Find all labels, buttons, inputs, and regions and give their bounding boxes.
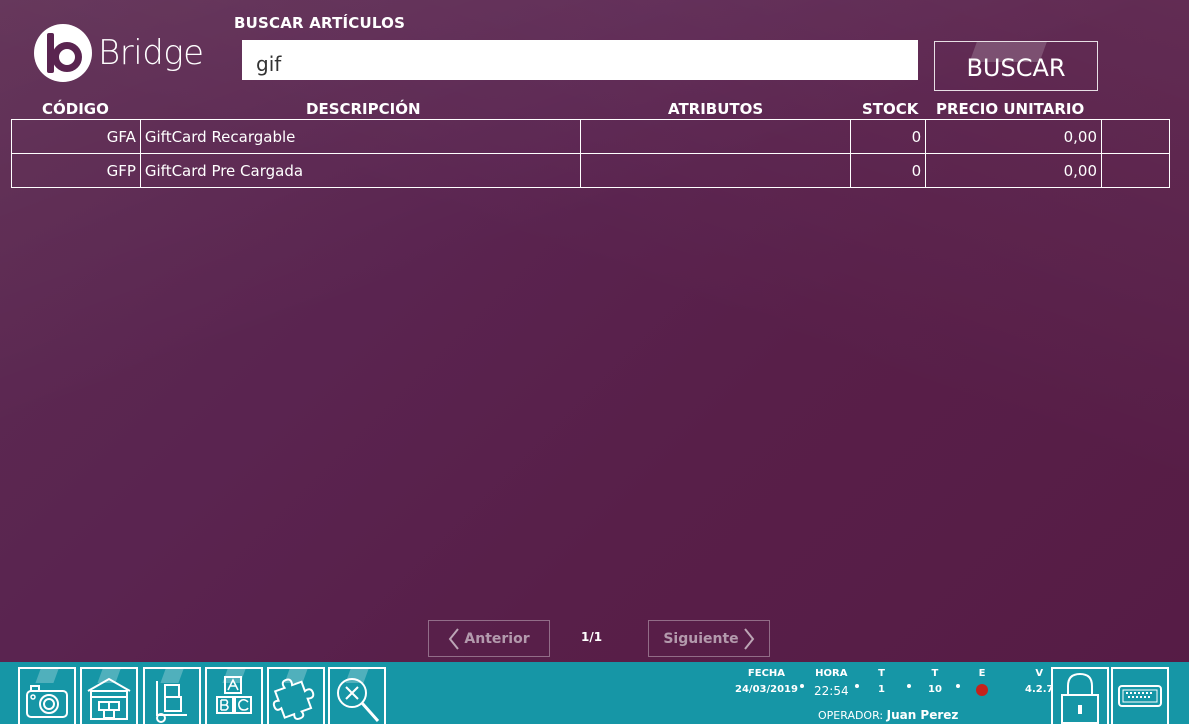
cell-stock: 0 — [850, 153, 927, 188]
page-indicator: 1/1 — [581, 630, 603, 644]
separator-dot — [956, 684, 960, 688]
t1-label: T — [878, 668, 885, 679]
keyboard-icon — [1118, 685, 1162, 707]
search-button[interactable]: BUSCAR — [934, 41, 1098, 91]
column-header-price: PRECIO UNITARIO — [936, 100, 1085, 118]
cell-extra — [1101, 119, 1170, 154]
status-time: HORA 22:54 — [814, 668, 849, 698]
operator-label: OPERADOR: — [818, 709, 884, 722]
status-version: V 4.2.7 — [1025, 668, 1053, 695]
chevron-left-icon — [449, 627, 460, 650]
next-page-label: Siguiente — [663, 630, 739, 647]
bridge-logo: Bridge — [34, 22, 204, 84]
status-t1: T 1 — [878, 668, 885, 695]
column-header-code: CÓDIGO — [42, 100, 109, 118]
next-page-button[interactable]: Siguiente — [648, 620, 770, 657]
separator-dot — [855, 684, 859, 688]
abc-button[interactable] — [205, 667, 263, 724]
column-header-description: DESCRIPCIÓN — [306, 100, 421, 118]
t2-value: 10 — [928, 684, 942, 695]
warehouse-button[interactable] — [80, 667, 138, 724]
status-e: E — [976, 668, 988, 696]
previous-page-label: Anterior — [464, 630, 530, 647]
version-label: V — [1035, 668, 1044, 679]
puzzle-button[interactable] — [267, 667, 325, 724]
cell-code: GFA — [11, 119, 141, 154]
date-value: 24/03/2019 — [735, 684, 798, 695]
cell-description: GiftCard Recargable — [139, 119, 581, 154]
cell-stock: 0 — [850, 119, 927, 154]
t2-label: T — [931, 668, 939, 679]
cell-extra — [1101, 153, 1170, 188]
cell-description: GiftCard Pre Cargada — [139, 153, 581, 188]
cell-attributes — [579, 153, 852, 188]
chevron-right-icon — [743, 627, 754, 650]
search-button-label: BUSCAR — [966, 54, 1066, 82]
camera-button[interactable] — [18, 667, 76, 724]
search-label: BUSCAR ARTÍCULOS — [234, 14, 406, 32]
puzzle-icon — [272, 678, 315, 720]
cell-price: 0,00 — [925, 153, 1103, 188]
separator-dot — [907, 684, 911, 688]
operator-info: OPERADOR: Juan Perez — [818, 708, 958, 722]
separator-dot — [800, 684, 804, 688]
e-label: E — [978, 668, 986, 679]
brand-name: Bridge — [98, 33, 204, 73]
results-table: GFA GiftCard Recargable 0 0,00 GFP GiftC… — [11, 119, 1170, 188]
status-date: FECHA 24/03/2019 — [735, 668, 798, 695]
version-value: 4.2.7 — [1025, 684, 1054, 695]
hand-truck-button[interactable] — [143, 667, 201, 724]
status-t2: T 10 — [928, 668, 942, 695]
cell-price: 0,00 — [925, 119, 1103, 154]
table-row[interactable]: GFA GiftCard Recargable 0 0,00 — [11, 119, 1170, 154]
date-label: FECHA — [747, 668, 786, 679]
column-header-attributes: ATRIBUTOS — [668, 100, 764, 118]
camera-icon — [26, 685, 68, 718]
previous-page-button[interactable]: Anterior — [428, 620, 550, 657]
operator-name: Juan Perez — [886, 708, 959, 722]
cell-code: GFP — [11, 153, 141, 188]
status-led-icon — [976, 684, 988, 696]
warehouse-icon — [87, 677, 131, 720]
cell-attributes — [579, 119, 852, 154]
search-input[interactable] — [242, 40, 918, 80]
hand-truck-icon — [156, 681, 187, 723]
lock-button[interactable] — [1051, 667, 1109, 724]
t1-value: 1 — [878, 684, 885, 695]
time-value: 22:54 — [814, 684, 849, 698]
abc-blocks-icon — [216, 676, 252, 714]
time-label: HORA — [815, 668, 848, 679]
lock-icon — [1061, 672, 1099, 724]
bridge-logo-icon — [34, 24, 92, 82]
search-cancel-button[interactable] — [328, 667, 386, 724]
table-row[interactable]: GFP GiftCard Pre Cargada 0 0,00 — [11, 153, 1170, 188]
search-cancel-icon — [337, 678, 380, 722]
column-header-stock: STOCK — [862, 100, 919, 118]
keyboard-button[interactable] — [1111, 667, 1169, 724]
